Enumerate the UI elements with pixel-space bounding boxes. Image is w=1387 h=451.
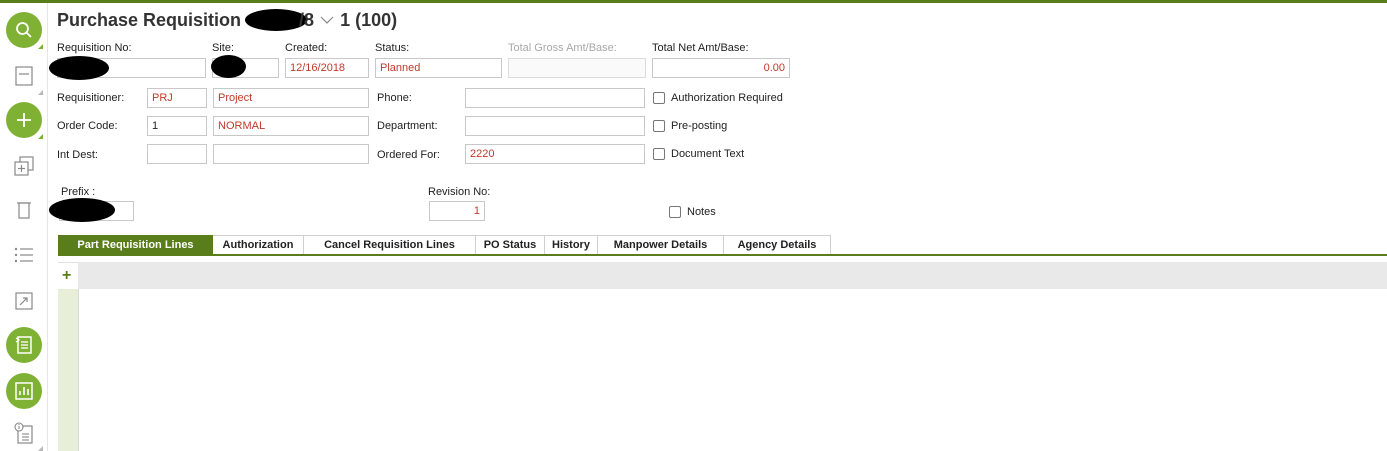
int-dest-code-field[interactable] [147,144,207,164]
total-gross-field [508,58,646,78]
document-text-label: Document Text [671,148,745,160]
created-field[interactable]: 12/16/2018 [285,58,369,78]
tab-cancel-requisition-lines[interactable]: Cancel Requisition Lines [304,235,476,255]
form-menu-indicator [38,90,43,95]
requisitioner-name-field[interactable]: Project [213,88,369,108]
department-field[interactable] [465,116,645,136]
int-dest-name-field[interactable] [213,144,369,164]
order-code-name-field[interactable]: NORMAL [213,116,369,136]
tab-underline [58,254,1387,256]
chevron-down-icon[interactable] [320,15,334,25]
total-gross-label: Total Gross Amt/Base: [508,42,617,54]
navigate-icon[interactable] [12,289,36,313]
phone-label: Phone: [377,92,412,104]
pre-posting-checkbox[interactable]: Pre-posting [653,120,727,132]
document-text-checkbox[interactable]: Document Text [653,148,744,160]
record-count: 1 (100) [340,9,398,30]
redacted-mark [245,9,308,31]
revision-no-label: Revision No: [428,186,491,198]
duplicate-icon[interactable] [12,154,36,178]
tab-agency-details[interactable]: Agency Details [724,235,831,255]
title-record-suffix: /8 [299,9,315,30]
authorization-required-label: Authorization Required [671,92,783,104]
ordered-for-field[interactable]: 2220 [465,144,645,164]
title-text: Purchase Requisition [57,9,242,30]
tab-po-status[interactable]: PO Status [476,235,545,255]
requisitioner-label: Requisitioner: [57,92,125,104]
grid-body[interactable] [78,289,1387,451]
created-label: Created: [285,42,328,54]
search-menu-indicator [38,44,43,49]
checkbox-box[interactable] [653,92,665,104]
requisition-no-label: Requisition No: [57,42,132,54]
requisitioner-code-field[interactable]: PRJ [147,88,207,108]
list-icon[interactable] [12,243,36,267]
department-label: Department: [377,120,438,132]
tab-bar: Part Requisition Lines Authorization Can… [58,235,831,255]
page-title: Purchase Requisition /8 1 (100) [57,8,397,32]
search-icon[interactable] [6,12,42,48]
status-field[interactable]: Planned [375,58,502,78]
prefix-label: Prefix : [61,186,96,198]
order-code-label: Order Code: [57,120,118,132]
authorization-required-checkbox[interactable]: Authorization Required [653,92,783,104]
redacted-mark [49,56,109,80]
site-label: Site: [212,42,235,54]
grid-row-gutter [58,289,78,451]
checkbox-box[interactable] [653,120,665,132]
notes-label: Notes [687,206,716,218]
total-net-label: Total Net Amt/Base: [652,42,749,54]
add-row-icon[interactable]: + [62,267,71,285]
phone-field[interactable] [465,88,645,108]
int-dest-label: Int Dest: [57,149,98,161]
pre-posting-label: Pre-posting [671,120,728,132]
total-net-field[interactable]: 0.00 [652,58,790,78]
grid-header [78,262,1387,289]
delete-icon[interactable] [12,198,36,222]
tab-part-requisition-lines[interactable]: Part Requisition Lines [58,235,213,255]
add-menu-indicator [38,134,43,139]
ordered-for-label: Ordered For: [377,149,440,161]
add-icon[interactable] [6,102,42,138]
tab-authorization[interactable]: Authorization [213,235,304,255]
redacted-mark [211,55,246,78]
tab-history[interactable]: History [545,235,598,255]
form-icon[interactable] [12,64,36,88]
details-list-icon[interactable] [6,327,42,363]
info-menu-indicator [38,446,43,451]
checkbox-box[interactable] [653,148,665,160]
redacted-mark [49,198,115,222]
revision-no-field[interactable]: 1 [429,201,485,221]
report-icon[interactable] [6,373,42,409]
order-code-field[interactable]: 1 [147,116,207,136]
info-document-icon[interactable] [12,421,36,445]
top-accent-bar [0,0,1387,3]
checkbox-box[interactable] [669,206,681,218]
status-label: Status: [375,42,410,54]
tab-manpower-details[interactable]: Manpower Details [598,235,724,255]
notes-checkbox[interactable]: Notes [669,206,716,218]
sidebar [0,3,48,451]
